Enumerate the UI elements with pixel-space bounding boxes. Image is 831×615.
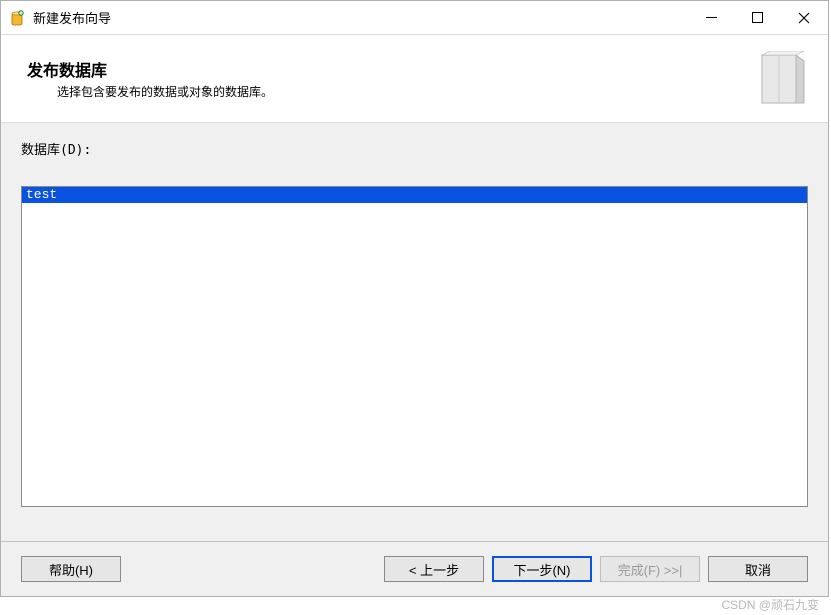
back-button[interactable]: < 上一步 (384, 556, 484, 582)
database-listbox[interactable]: test (21, 186, 808, 507)
window-controls (688, 1, 828, 34)
next-button[interactable]: 下一步(N) (492, 556, 592, 582)
wizard-header-text: 发布数据库 选择包含要发布的数据或对象的数据库。 (27, 57, 754, 100)
list-item[interactable]: test (22, 187, 807, 203)
minimize-button[interactable] (688, 1, 734, 34)
page-title: 发布数据库 (27, 57, 754, 81)
app-icon (9, 10, 25, 26)
titlebar: 新建发布向导 (1, 1, 828, 35)
button-row: 帮助(H) < 上一步 下一步(N) 完成(F) >>| 取消 (1, 542, 828, 596)
wizard-window: 新建发布向导 发布数据库 选择包含要发布的数据或对象的数据库。 (0, 0, 829, 597)
cancel-button[interactable]: 取消 (708, 556, 808, 582)
close-button[interactable] (780, 1, 828, 34)
help-button[interactable]: 帮助(H) (21, 556, 121, 582)
content-area: 数据库(D): test (1, 123, 828, 541)
header-graphic-icon (754, 51, 810, 107)
window-title: 新建发布向导 (33, 8, 688, 27)
page-subtitle: 选择包含要发布的数据或对象的数据库。 (27, 83, 754, 100)
wizard-header: 发布数据库 选择包含要发布的数据或对象的数据库。 (1, 35, 828, 123)
finish-button: 完成(F) >>| (600, 556, 700, 582)
maximize-button[interactable] (734, 1, 780, 34)
watermark: CSDN @顽石九变 (721, 596, 819, 613)
database-list-label: 数据库(D): (21, 139, 808, 158)
